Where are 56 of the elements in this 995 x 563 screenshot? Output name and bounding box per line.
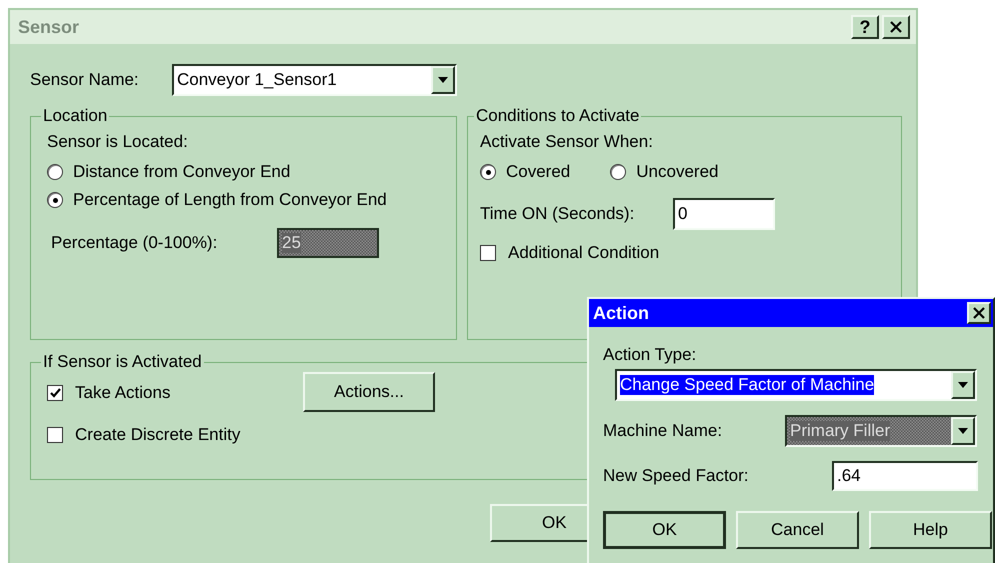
- radio-label: Uncovered: [636, 162, 718, 182]
- check-icon: [50, 388, 60, 398]
- radio-option[interactable]: Uncovered: [610, 158, 718, 186]
- action-type-label: Action Type:: [603, 345, 698, 365]
- time-on-label: Time ON (Seconds):: [480, 204, 636, 224]
- dropdown-arrow-button[interactable]: [951, 371, 975, 399]
- dropdown-arrow-button[interactable]: [951, 417, 975, 445]
- dropdown-value: Conveyor 1_Sensor1: [176, 69, 338, 91]
- radio-option[interactable]: Distance from Conveyor End: [47, 158, 456, 186]
- checkbox[interactable]: [47, 385, 63, 401]
- radio-button[interactable]: [610, 164, 626, 180]
- checkbox-label: Additional Condition: [508, 243, 660, 263]
- group-title: If Sensor is Activated: [42, 352, 203, 372]
- time-on-field[interactable]: 0: [673, 198, 775, 230]
- radio-button[interactable]: [480, 164, 496, 180]
- actions-button[interactable]: Actions...: [303, 372, 435, 412]
- sensor-name-label: Sensor Name:: [30, 70, 140, 90]
- prompt-text: Activate Sensor When:: [480, 132, 654, 152]
- dropdown-arrow-button[interactable]: [431, 66, 455, 94]
- window-title: Sensor: [18, 16, 80, 38]
- checkbox-label: Take Actions: [75, 383, 170, 403]
- radio-option[interactable]: Percentage of Length from Conveyor End: [47, 186, 456, 214]
- checkbox[interactable]: [47, 427, 63, 443]
- window-title: Action: [593, 302, 649, 324]
- dialog-button[interactable]: OK: [603, 511, 726, 549]
- radio-option[interactable]: Covered: [480, 158, 570, 186]
- machine-name-dropdown[interactable]: Primary Filler: [785, 415, 977, 447]
- radio-button[interactable]: [47, 164, 63, 180]
- dropdown-value: Primary Filler: [790, 421, 890, 441]
- radio-button[interactable]: [47, 192, 63, 208]
- percentage-field[interactable]: 25: [277, 228, 379, 258]
- sensor-name-dropdown[interactable]: Conveyor 1_Sensor1: [172, 64, 457, 96]
- action-type-dropdown[interactable]: Change Speed Factor of Machine: [615, 369, 977, 401]
- group-title: Location: [42, 106, 108, 126]
- dialog-button[interactable]: Cancel: [736, 511, 859, 549]
- close-icon: [973, 307, 985, 319]
- machine-name-label: Machine Name:: [603, 421, 724, 441]
- caret-icon: [958, 382, 968, 388]
- percentage-label: Percentage (0-100%):: [51, 233, 218, 253]
- dropdown-value: Change Speed Factor of Machine: [620, 375, 874, 395]
- radio-label: Distance from Conveyor End: [73, 162, 290, 182]
- caret-icon: [438, 77, 448, 83]
- speed-factor-field[interactable]: .64: [832, 461, 978, 491]
- prompt-text: Sensor is Located:: [47, 132, 189, 152]
- dialog-button[interactable]: Help: [869, 511, 992, 549]
- help-button[interactable]: ?: [851, 15, 879, 39]
- checkbox-label: Create Discrete Entity: [75, 425, 240, 445]
- close-icon: [889, 20, 903, 34]
- close-button[interactable]: [967, 302, 991, 324]
- radio-label: Covered: [506, 162, 570, 182]
- radio-label: Percentage of Length from Conveyor End: [73, 190, 387, 210]
- group-title: Conditions to Activate: [475, 106, 640, 126]
- close-button[interactable]: [882, 15, 910, 39]
- caret-icon: [958, 428, 968, 434]
- checkbox[interactable]: [480, 245, 496, 261]
- speed-factor-label: New Speed Factor:: [603, 466, 750, 486]
